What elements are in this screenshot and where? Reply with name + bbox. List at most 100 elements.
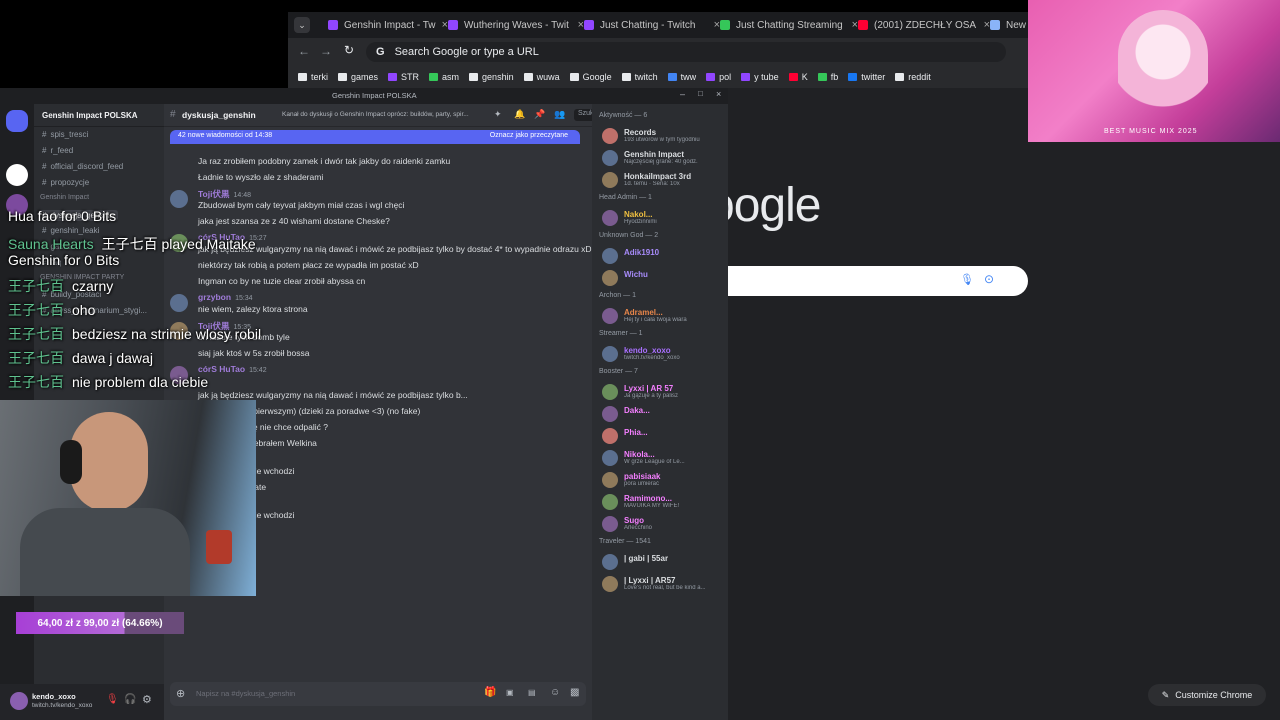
member-name[interactable]: Phia... [624,428,648,437]
member-name[interactable]: Ramimono... [624,494,672,503]
gif-icon[interactable]: ▣ [506,688,514,697]
gift-icon[interactable]: 🎁 [484,687,496,698]
new-messages-banner[interactable]: 42 nowe wiadomości od 14:38 Oznacz jako … [170,130,580,144]
minimize-icon[interactable]: – [680,89,685,99]
bookmark-item[interactable]: genshin [469,72,514,82]
member-name[interactable]: Wichu [624,270,648,279]
maximize-icon[interactable]: □ [698,89,703,98]
address-bar[interactable]: G Search Google or type a URL [366,42,1006,62]
member-avatar[interactable] [602,346,618,362]
member-name[interactable]: kendo_xoxo [624,346,671,355]
tab-item[interactable]: (2001) ZDECHŁY OSA - F× [858,14,990,36]
bookmark-item[interactable]: pol [706,72,731,82]
member-name[interactable]: Adik1910 [624,248,659,257]
member-avatar[interactable] [602,210,618,226]
tab-item[interactable]: New [990,14,1030,36]
customize-chrome-button[interactable]: ✎ Customize Chrome [1148,684,1266,706]
tab-item[interactable]: Just Chatting Streaming × [720,14,858,36]
mic-icon[interactable]: 🎙 [960,273,974,286]
member-avatar[interactable] [602,554,618,570]
member-name[interactable]: Lyxxi | AR 57 [624,384,673,393]
emoji-icon[interactable]: ☺ [550,687,560,698]
google-search-box[interactable]: 🎙 ⊙ [708,266,1028,296]
reload-icon[interactable]: ↻ [344,43,354,57]
settings-gear-icon[interactable]: ⚙ [142,693,152,706]
tab-item[interactable]: Wuthering Waves - Twit × [448,14,584,36]
message-input[interactable]: ⊕ Napisz na #dyskusja_genshin 🎁 ▣ ▤ ☺ ▩ [170,682,586,706]
member-avatar[interactable] [602,248,618,264]
bookmark-item[interactable]: Google [569,72,612,82]
user-avatar[interactable] [170,294,188,312]
member-avatar[interactable] [602,576,618,592]
close-icon[interactable]: × [716,89,721,99]
server-header[interactable]: Genshin Impact POLSKA [34,104,164,127]
member-name[interactable]: HonkaiImpact 3rd [624,172,691,181]
forward-icon[interactable]: → [320,44,332,58]
member-name[interactable]: Nikola... [624,450,655,459]
member-avatar[interactable] [602,308,618,324]
bookmark-item[interactable]: twitter [848,72,885,82]
user-avatar[interactable] [170,190,188,208]
message-username[interactable]: grzybon [198,292,231,302]
tab-close-icon[interactable]: × [436,19,448,31]
add-attachment-icon[interactable]: ⊕ [176,687,185,700]
member-avatar[interactable] [602,428,618,444]
tab-close-icon[interactable]: × [708,19,720,31]
member-name[interactable]: Genshin Impact [624,150,684,159]
channel-item[interactable]: # official_discord_feed [42,162,123,171]
member-name[interactable]: Sugo [624,516,644,525]
apps-icon[interactable]: ▩ [570,687,579,698]
tab-item[interactable]: Genshin Impact - Twitch× [328,14,448,36]
member-name[interactable]: pabisiaak [624,472,660,481]
members-icon[interactable]: 👥 [554,109,565,120]
bookmark-item[interactable]: K [788,72,808,82]
discord-home-icon[interactable] [6,110,28,132]
bookmark-item[interactable]: twitch [621,72,658,82]
bookmark-item[interactable]: y tube [741,72,779,82]
bookmark-item[interactable]: reddit [895,72,931,82]
bookmark-item[interactable]: terki [298,72,328,82]
member-avatar[interactable] [602,494,618,510]
channel-item[interactable]: # r_feed [42,146,73,155]
member-avatar[interactable] [602,472,618,488]
mute-icon[interactable]: 🎙 [106,694,119,705]
bookmark-item[interactable]: games [338,72,378,82]
channel-item[interactable]: # propozycje [42,178,89,187]
member-name[interactable]: | gabi | 55ar [624,554,668,563]
threads-icon[interactable]: ✦ [494,109,502,120]
notifications-icon[interactable]: 🔔 [514,109,525,120]
mark-read-button[interactable]: Oznacz jako przeczytane [490,132,568,139]
sticker-icon[interactable]: ▤ [528,688,536,697]
member-avatar[interactable] [602,172,618,188]
lens-icon[interactable]: ⊙ [984,272,994,286]
tab-item[interactable]: Just Chatting - Twitch × [584,14,720,36]
self-avatar[interactable] [10,692,28,710]
bookmark-item[interactable]: STR [388,72,419,82]
message-username[interactable]: Toji伏黒 [198,189,229,199]
member-name[interactable]: | Lyxxi | AR57 [624,576,675,585]
tab-close-icon[interactable]: × [978,19,990,31]
tab-close-icon[interactable]: × [572,19,584,31]
member-name[interactable]: Nakol... [624,210,652,219]
member-avatar[interactable] [602,128,618,144]
member-name[interactable]: Daka... [624,406,650,415]
member-avatar[interactable] [602,150,618,166]
server-icon[interactable] [6,164,28,186]
tab-close-icon[interactable]: × [846,19,858,31]
member-avatar[interactable] [602,450,618,466]
deafen-icon[interactable]: 🎧 [124,694,136,705]
bookmark-item[interactable]: asm [429,72,459,82]
channel-item[interactable]: # spis_tresci [42,130,88,139]
bookmark-item[interactable]: tww [667,72,696,82]
back-icon[interactable]: ← [298,44,310,58]
bookmark-item[interactable]: fb [817,72,838,82]
member-avatar[interactable] [602,384,618,400]
channel-category[interactable]: Genshin Impact [40,194,89,201]
member-avatar[interactable] [602,406,618,422]
tab-search-button[interactable]: ⌄ [294,17,310,33]
member-avatar[interactable] [602,516,618,532]
member-avatar[interactable] [602,270,618,286]
member-name[interactable]: Records [624,128,656,137]
member-name[interactable]: Adramel... [624,308,663,317]
pin-icon[interactable]: 📌 [534,109,545,120]
